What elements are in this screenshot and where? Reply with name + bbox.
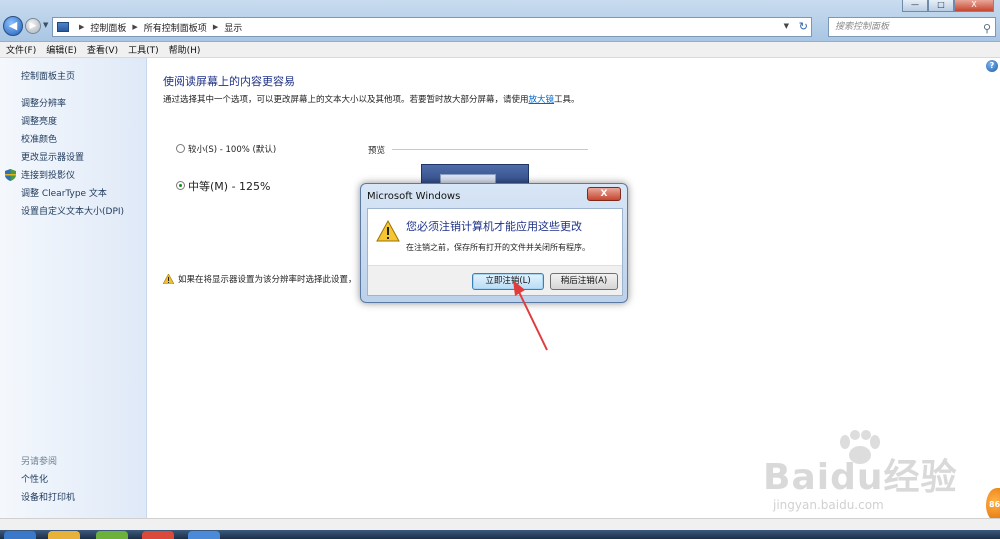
warning-icon	[376, 220, 400, 242]
red-arrow-icon	[513, 280, 548, 351]
sidebar: 控制面板主页 调整分辨率 调整亮度 校准颜色 更改显示器设置 连接到投影仪 调整…	[0, 58, 147, 518]
dialog-sub-message: 在注销之前，保存所有打开的文件并关闭所有程序。	[406, 243, 590, 252]
forward-arrow-icon[interactable]: ▶	[25, 18, 41, 34]
taskbar	[0, 530, 1000, 539]
description-text-end: 工具。	[554, 95, 580, 105]
sidebar-item-personalization[interactable]: 个性化	[21, 472, 75, 490]
dialog-body: 您必须注销计算机才能应用这些更改 在注销之前，保存所有打开的文件并关闭所有程序。…	[367, 208, 623, 296]
search-icon[interactable]: ⚲	[983, 20, 991, 38]
radio-small[interactable]	[176, 144, 185, 153]
taskbar-app-icon[interactable]	[142, 531, 174, 539]
warning-notice: 如果在将显示器设置为该分辨率时选择此设置，	[163, 271, 363, 287]
history-dropdown-icon[interactable]: ▼	[43, 21, 48, 29]
sidebar-item-brightness[interactable]: 调整亮度	[21, 114, 124, 132]
close-button[interactable]: X	[954, 0, 994, 12]
maximize-button[interactable]: □	[928, 0, 954, 12]
refresh-icon[interactable]: ↻	[799, 20, 808, 33]
window-titlebar: — □ X ◀ ▶ ▼ ▶ 控制面板 ▶ 所有控制面板项 ▶ 显示 ▼ ↻ 搜索…	[0, 0, 1000, 42]
floating-badge[interactable]: 86	[986, 488, 1000, 522]
watermark-url: jingyan.baidu.com	[773, 498, 884, 512]
back-arrow-icon[interactable]: ◀	[3, 16, 23, 36]
taskbar-app-icon[interactable]	[188, 531, 220, 539]
sidebar-item-devices-printers[interactable]: 设备和打印机	[21, 490, 75, 508]
sidebar-item-custom-dpi[interactable]: 设置自定义文本大小(DPI)	[21, 204, 124, 222]
warning-icon	[163, 274, 174, 284]
control-panel-icon	[57, 22, 69, 32]
menu-bar: 文件(F) 编辑(E) 查看(V) 工具(T) 帮助(H)	[0, 42, 1000, 58]
sidebar-item-projector[interactable]: 连接到投影仪	[21, 168, 124, 186]
page-title: 使阅读屏幕上的内容更容易	[163, 75, 295, 88]
sidebar-item-cleartype[interactable]: 调整 ClearType 文本	[21, 186, 124, 204]
preview-divider	[392, 149, 588, 150]
menu-file[interactable]: 文件(F)	[6, 43, 36, 56]
search-input[interactable]: 搜索控制面板 ⚲	[828, 17, 996, 37]
dialog-footer: 立即注销(L) 稍后注销(A)	[368, 265, 622, 295]
breadcrumb-all-items[interactable]: 所有控制面板项	[144, 21, 207, 34]
address-bar[interactable]: ▶ 控制面板 ▶ 所有控制面板项 ▶ 显示 ▼ ↻	[52, 17, 812, 37]
menu-help[interactable]: 帮助(H)	[169, 43, 201, 56]
option-medium-label[interactable]: 中等(M) - 125%	[188, 178, 270, 194]
menu-edit[interactable]: 编辑(E)	[46, 43, 77, 56]
minimize-button[interactable]: —	[902, 0, 928, 12]
warning-text: 如果在将显示器设置为该分辨率时选择此设置，	[178, 275, 357, 285]
logoff-dialog: Microsoft Windows X 您必须注销计算机才能应用这些更改 在注销…	[360, 183, 628, 303]
logoff-later-button[interactable]: 稍后注销(A)	[550, 273, 618, 290]
dialog-close-button[interactable]: X	[587, 187, 621, 201]
menu-tools[interactable]: 工具(T)	[128, 43, 159, 56]
breadcrumb-display[interactable]: 显示	[224, 21, 242, 34]
chevron-right-icon[interactable]: ▶	[132, 23, 137, 31]
dialog-main-message: 您必须注销计算机才能应用这些更改	[406, 220, 582, 233]
taskbar-app-icon[interactable]	[48, 531, 80, 539]
see-also-heading: 另请参阅	[21, 457, 58, 467]
magnifier-link[interactable]: 放大镜	[529, 95, 555, 105]
option-small-label[interactable]: 较小(S) - 100% (默认)	[188, 143, 276, 155]
sidebar-item-display-settings[interactable]: 更改显示器设置	[21, 150, 124, 168]
chevron-right-icon[interactable]: ▶	[79, 23, 84, 31]
watermark-logo: Baidu经验	[763, 457, 958, 498]
window-controls: — □ X	[902, 0, 994, 12]
page-description: 通过选择其中一个选项，可以更改屏幕上的文本大小以及其他项。若要暂时放大部分屏幕，…	[163, 93, 583, 107]
shield-icon	[5, 169, 16, 181]
baidu-watermark: Baidu经验 jingyan.baidu.com	[763, 430, 973, 520]
status-bar	[0, 518, 1000, 530]
chevron-right-icon[interactable]: ▶	[213, 23, 218, 31]
sidebar-item-resolution[interactable]: 调整分辨率	[21, 96, 124, 114]
menu-view[interactable]: 查看(V)	[87, 43, 118, 56]
dialog-title: Microsoft Windows	[367, 191, 461, 202]
start-button-icon[interactable]	[4, 531, 36, 539]
address-dropdown-icon[interactable]: ▼	[784, 22, 789, 30]
preview-label: 预览	[368, 146, 386, 156]
sidebar-item-calibrate-color[interactable]: 校准颜色	[21, 132, 124, 150]
see-also-list: 个性化 设备和打印机	[21, 472, 75, 508]
search-placeholder: 搜索控制面板	[835, 22, 890, 32]
breadcrumb-control-panel[interactable]: 控制面板	[90, 21, 126, 34]
sidebar-task-list: 调整分辨率 调整亮度 校准颜色 更改显示器设置 连接到投影仪 调整 ClearT…	[5, 96, 124, 222]
radio-medium[interactable]	[176, 181, 185, 190]
taskbar-app-icon[interactable]	[96, 531, 128, 539]
help-icon[interactable]: ?	[986, 60, 998, 72]
sidebar-item-home[interactable]: 控制面板主页	[21, 69, 75, 82]
description-text: 通过选择其中一个选项，可以更改屏幕上的文本大小以及其他项。若要暂时放大部分屏幕，…	[163, 95, 529, 105]
